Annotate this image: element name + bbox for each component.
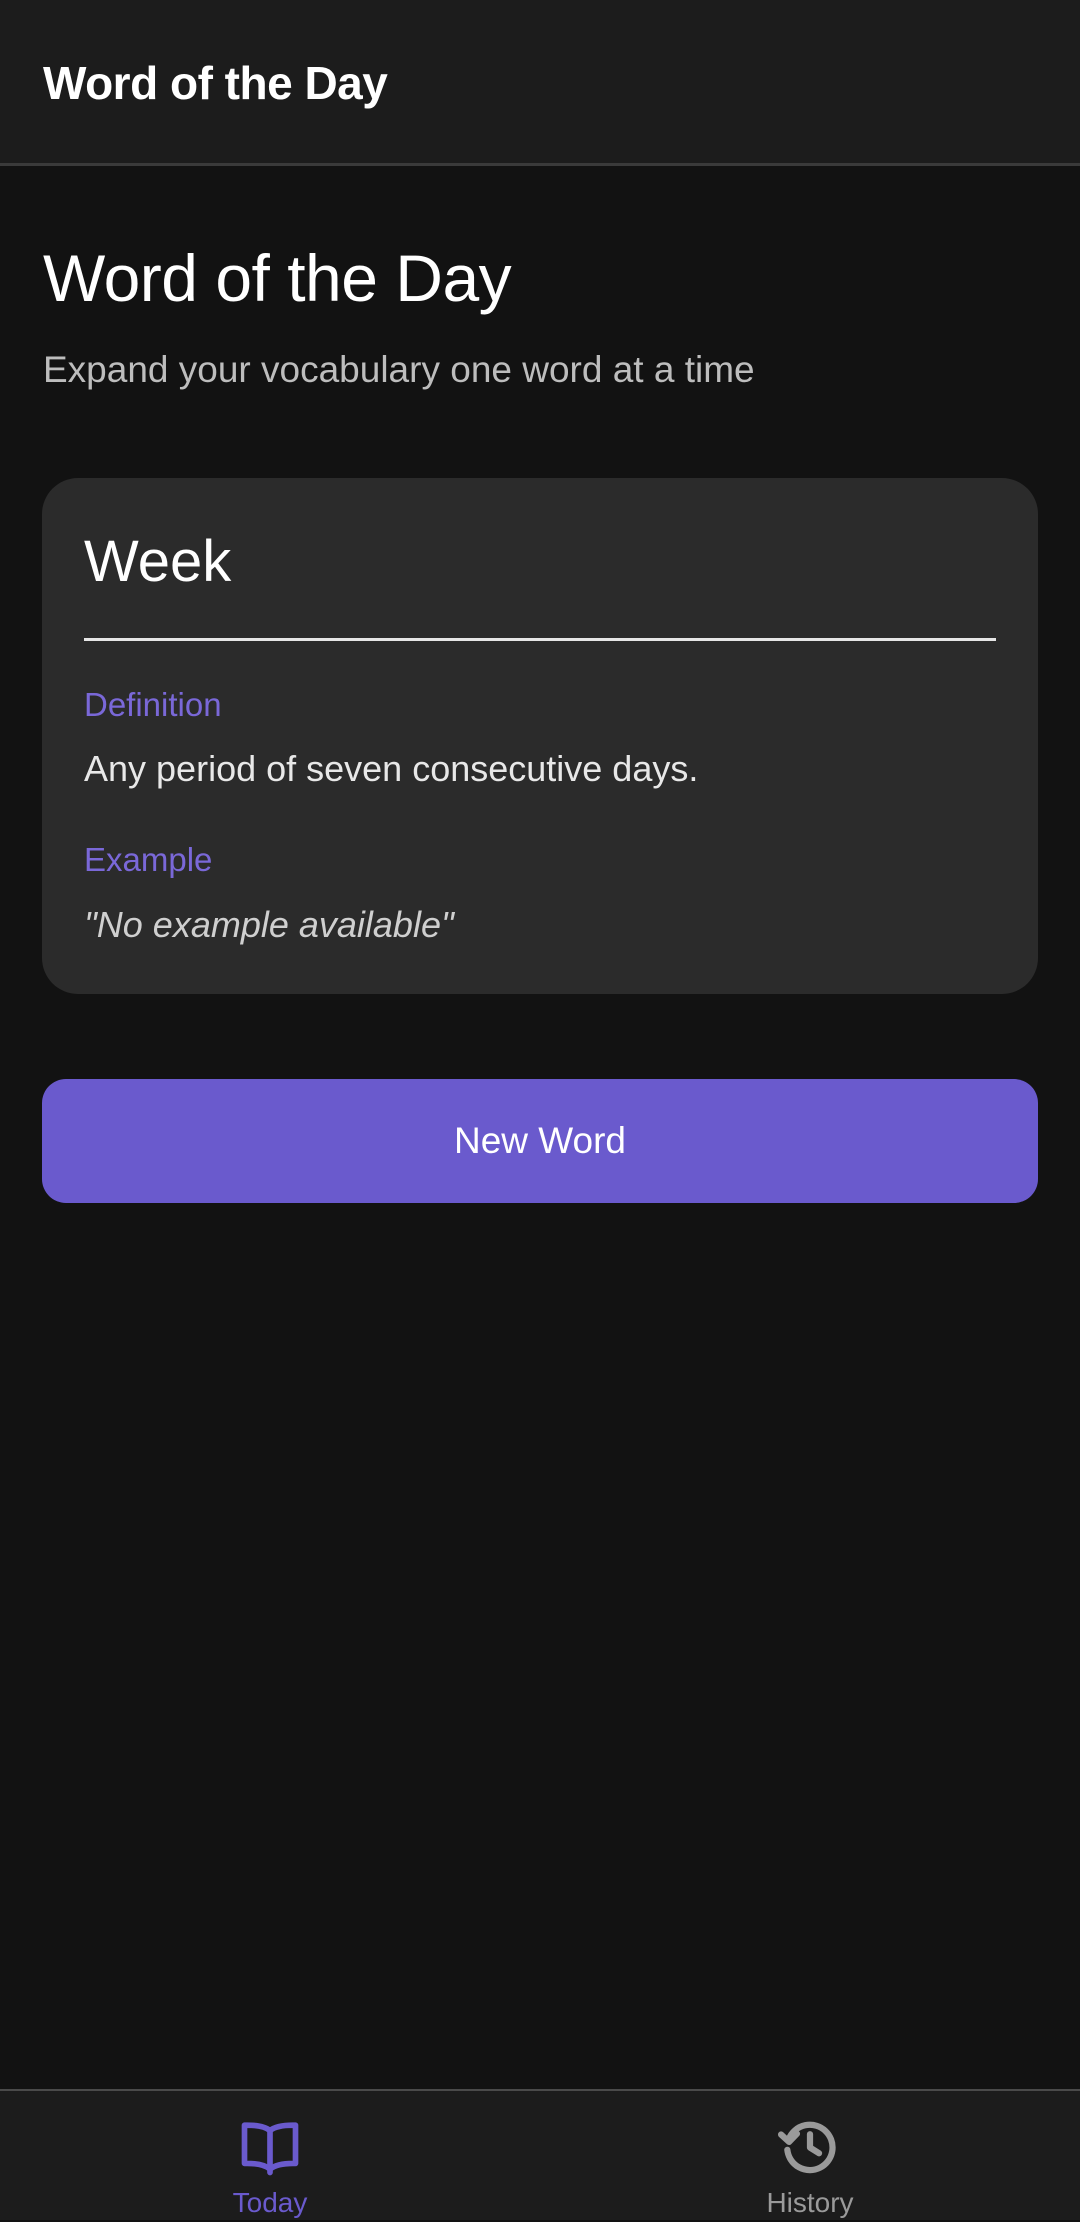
word-title: Week (84, 529, 232, 594)
example-label: Example (84, 841, 213, 878)
bottom-navigation: Today History (0, 2089, 1080, 2220)
app-bar-title: Word of the Day (43, 57, 388, 109)
word-card: Week Definition Any period of seven cons… (42, 478, 1038, 994)
nav-label-history: History (766, 2187, 854, 2218)
new-word-button[interactable]: New Word (42, 1079, 1038, 1203)
nav-tab-history[interactable]: History (540, 2091, 1080, 2222)
app-bar: Word of the Day (0, 0, 1080, 166)
nav-label-today: Today (232, 2187, 308, 2218)
word-divider (84, 638, 996, 641)
book-open-icon (241, 2122, 299, 2176)
example-text: "No example available" (84, 904, 454, 945)
page-subtitle: Expand your vocabulary one word at a tim… (43, 349, 755, 390)
page-title: Word of the Day (43, 241, 512, 315)
definition-text: Any period of seven consecutive days. (84, 748, 699, 789)
definition-label: Definition (84, 686, 222, 723)
history-icon (777, 2121, 836, 2174)
nav-tab-today[interactable]: Today (0, 2091, 540, 2222)
